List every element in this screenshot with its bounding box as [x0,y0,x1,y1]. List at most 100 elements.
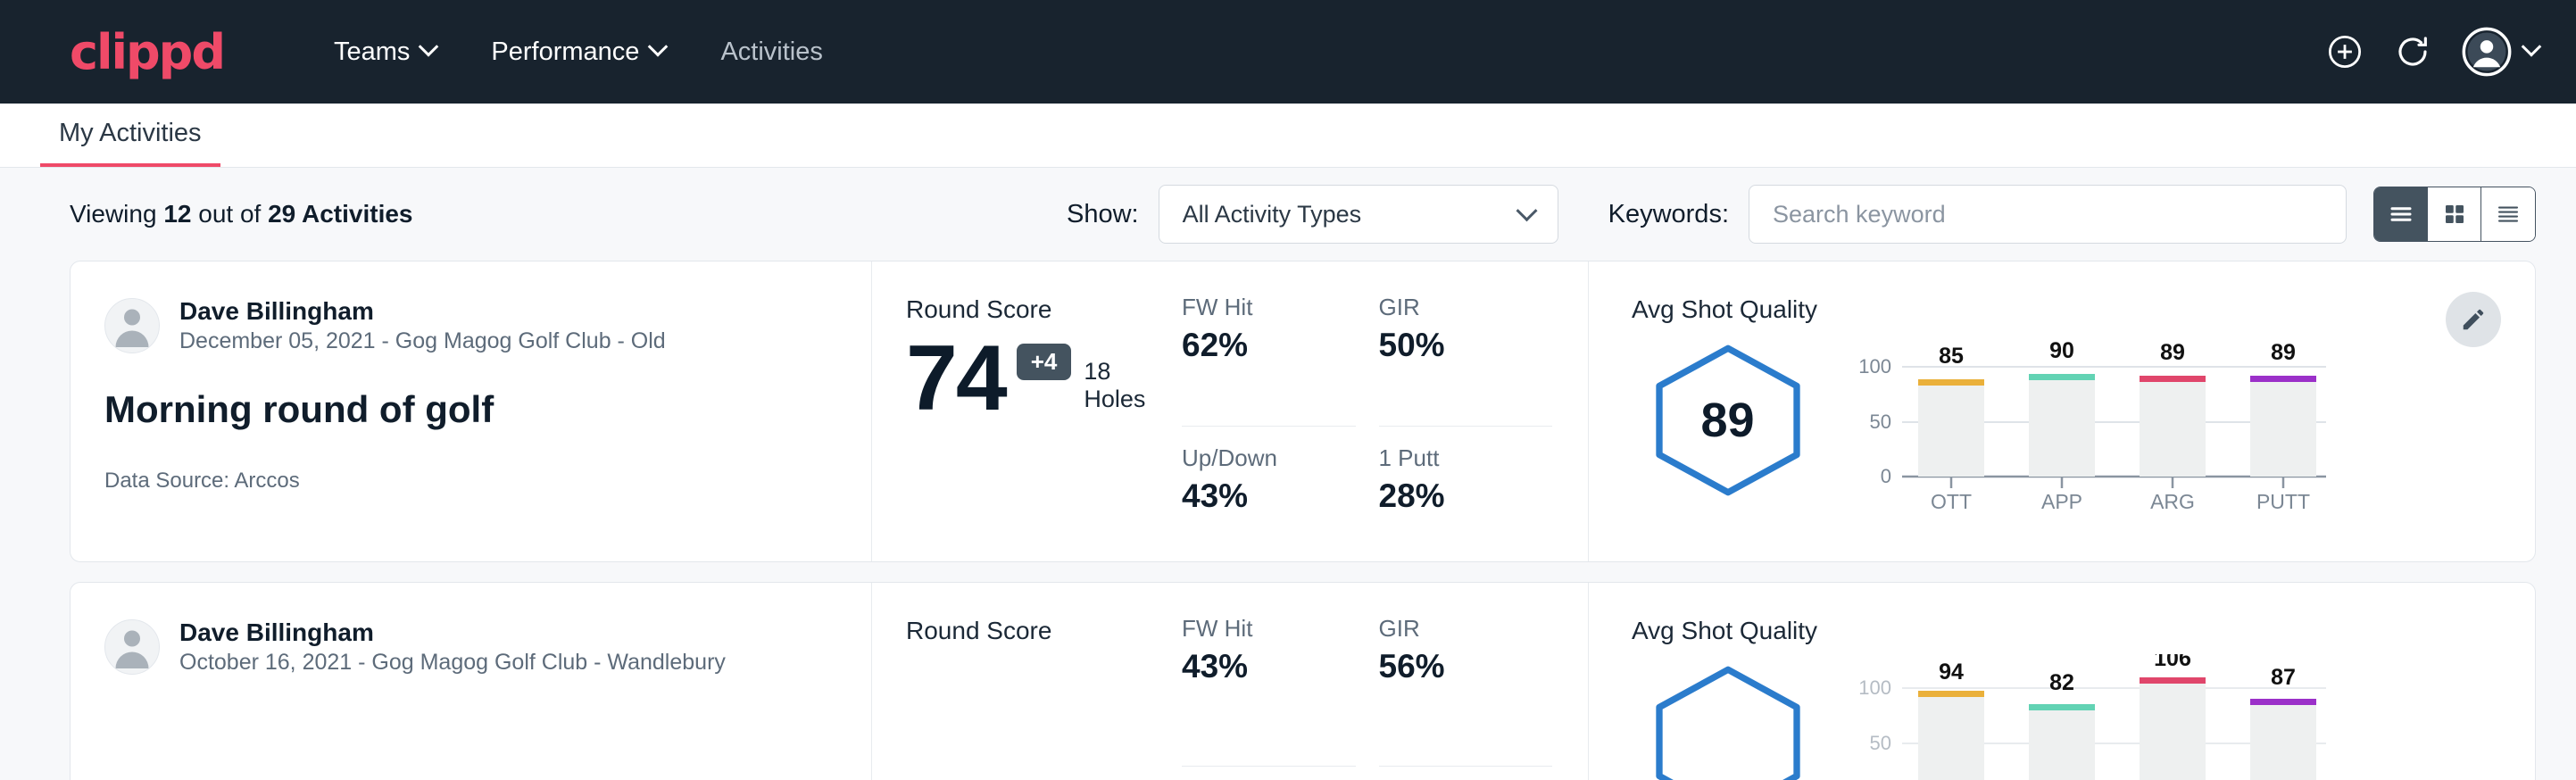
stat-label: FW Hit [1182,294,1333,321]
tab-my-activities[interactable]: My Activities [40,119,220,167]
stat-one-putt: 1 Putt 28% [1379,427,1553,562]
nav-item-teams-label: Teams [334,37,410,67]
x-tick-app: APP [2041,490,2082,511]
activity-card[interactable]: Dave Billingham December 05, 2021 - Gog … [70,261,2536,562]
avg-shot-quality-label: Avg Shot Quality [1632,617,2535,645]
y-tick-50: 50 [1870,411,1891,433]
stat-label: GIR [1379,615,1530,643]
activity-player: Dave Billingham October 16, 2021 - Gog M… [104,617,835,677]
add-icon[interactable] [2326,33,2364,71]
bar-cap-app [2029,374,2095,380]
stat-value: 43% [1182,648,1333,685]
activity-card[interactable]: Dave Billingham October 16, 2021 - Gog M… [70,582,2536,780]
stat-label: 1 Putt [1379,444,1530,472]
shot-quality-bar-chart: 100 50 0 85 OTT [1840,333,2339,516]
nav-item-activities[interactable]: Activities [693,37,850,67]
round-score-value: 74 [906,336,1006,422]
viewing-prefix: Viewing [70,200,163,228]
avg-shot-quality-hexagon [1645,663,1811,780]
keywords-label: Keywords: [1608,200,1729,229]
chevron-down-icon [2522,37,2542,57]
avg-shot-quality-value: 89 [1700,393,1754,448]
y-tick-100: 100 [1858,676,1891,699]
bar-arg [2140,378,2206,477]
compact-list-icon [2495,201,2522,228]
tab-my-activities-label: My Activities [59,119,202,147]
refresh-icon[interactable] [2394,33,2431,71]
score-to-par-badge: +4 [1017,344,1072,380]
bar-label-app: 82 [2049,670,2074,695]
grid-view-button[interactable] [2428,187,2481,241]
bar-cap-arg [2140,376,2206,382]
app-logo[interactable]: clippd [70,24,224,80]
search-input[interactable] [1749,185,2347,244]
activity-player: Dave Billingham December 05, 2021 - Gog … [104,295,835,356]
top-navigation-bar: clippd Teams Performance Activities [0,0,2576,104]
viewing-total: 29 Activities [268,200,412,228]
bar-app [2029,707,2095,780]
activity-meta: October 16, 2021 - Gog Magog Golf Club -… [179,648,726,677]
stat-up-down: Up/Down 43% [1182,427,1356,562]
stat-value: 50% [1379,327,1530,364]
avatar-menu[interactable] [2462,27,2539,77]
activity-title: Morning round of golf [104,388,835,431]
show-label: Show: [1067,200,1139,229]
bar-label-ott: 85 [1939,344,1964,369]
y-tick-0: 0 [1881,465,1891,487]
activity-list: Dave Billingham December 05, 2021 - Gog … [0,261,2576,780]
stat-fw-hit: FW Hit 62% [1182,294,1356,427]
y-tick-100: 100 [1858,355,1891,378]
round-stats: FW Hit 62% GIR 50% Up/Down 43% 1 Putt 28… [1171,261,1589,561]
activity-type-select[interactable]: All Activity Types [1159,185,1558,244]
bar-app [2029,377,2095,477]
round-score-block: Round Score 74 +4 18 Holes [872,261,1171,561]
nav-item-teams[interactable]: Teams [306,37,463,67]
stat-value: 43% [1182,477,1333,515]
activity-info: Dave Billingham October 16, 2021 - Gog M… [71,583,872,780]
activity-meta: December 05, 2021 - Gog Magog Golf Club … [179,327,666,356]
nav-item-activities-label: Activities [720,37,822,67]
x-tick-arg: ARG [2150,490,2195,511]
list-view-button[interactable] [2374,187,2428,241]
bar-label-ott: 94 [1939,660,1964,685]
stat-one-putt: 1 Putt [1379,767,1553,780]
nav-item-performance[interactable]: Performance [463,37,693,67]
hexagon-icon [1645,663,1811,780]
avatar [104,619,160,675]
bar-ott [1918,693,1984,780]
chevron-down-icon [1516,200,1537,221]
edit-activity-button[interactable] [2446,292,2501,347]
stat-gir: GIR 50% [1379,294,1553,427]
stat-value: 56% [1379,648,1530,685]
stat-value: 28% [1379,477,1530,515]
compact-view-button[interactable] [2481,187,2535,241]
primary-nav: Teams Performance Activities [306,37,851,67]
avg-shot-quality-hexagon: 89 [1645,342,1811,499]
avg-shot-quality-block: Avg Shot Quality 89 100 50 0 [1589,261,2535,561]
grid-icon [2441,201,2468,228]
stat-gir: GIR 56% [1379,615,1553,767]
avg-shot-quality-label: Avg Shot Quality [1632,295,2535,324]
round-score-label: Round Score [906,295,1171,324]
shot-quality-bar-chart: 100 50 0 94 82 106 [1840,654,2339,780]
y-tick-50: 50 [1870,732,1891,754]
player-name: Dave Billingham [179,617,726,648]
bar-label-arg: 89 [2160,340,2185,365]
stat-value: 62% [1182,327,1333,364]
chevron-down-icon [419,37,439,57]
avg-shot-quality-block: Avg Shot Quality 100 50 0 [1589,583,2535,780]
viewing-count: 12 [163,200,191,228]
x-tick-putt: PUTT [2256,490,2310,511]
filter-bar: Viewing 12 out of 29 Activities Show: Al… [0,168,2576,261]
bar-label-arg: 106 [2154,654,2191,671]
tab-bar: My Activities [0,104,2576,168]
bar-cap-ott [1918,379,1984,386]
stat-up-down: Up/Down [1182,767,1356,780]
bar-putt [2250,378,2316,477]
bar-arg [2140,680,2206,780]
round-score-block: Round Score [872,583,1171,780]
stat-label: FW Hit [1182,615,1333,643]
x-tick-ott: OTT [1931,490,1972,511]
account-circle-icon [2462,27,2512,77]
stat-label: GIR [1379,294,1530,321]
